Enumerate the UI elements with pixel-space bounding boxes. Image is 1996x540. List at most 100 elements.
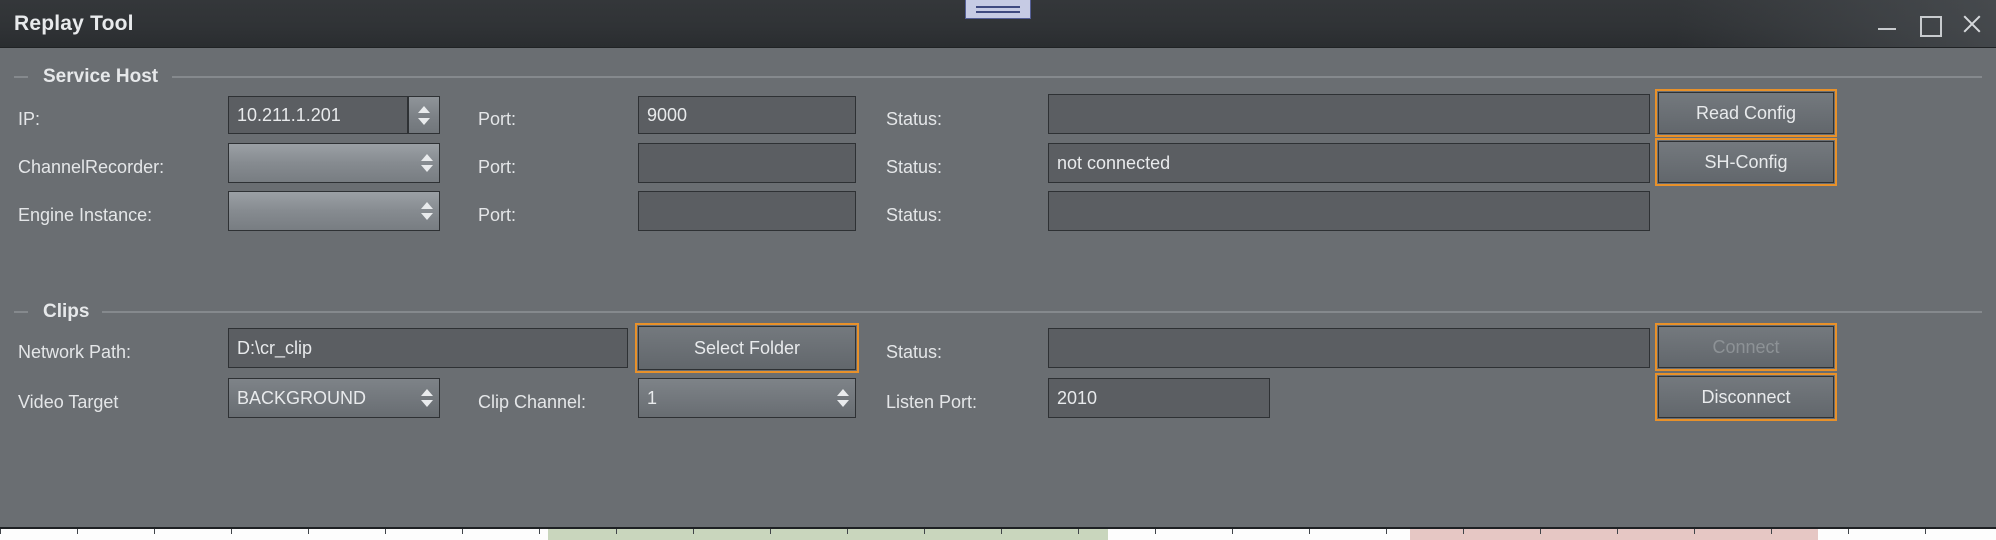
ruler-tick — [1848, 529, 1849, 534]
ruler-tick — [385, 529, 386, 534]
maximize-icon[interactable] — [1916, 11, 1942, 37]
group-line-right — [172, 76, 1982, 78]
ip-status-label: Status: — [886, 110, 942, 128]
engine-instance-label: Engine Instance: — [18, 206, 152, 224]
ruler-tick — [847, 529, 848, 534]
chevron-down-icon — [421, 400, 433, 407]
ip-combo[interactable]: 10.211.1.201 — [228, 96, 408, 134]
ip-port-label: Port: — [478, 110, 516, 128]
replay-tool-window: Replay Tool Service Host IP: 10.211.1.20… — [0, 0, 1996, 540]
engine-instance-status-output — [1048, 191, 1650, 231]
service-host-group-title: Service Host — [34, 66, 167, 88]
ruler-tick — [1617, 529, 1618, 534]
chevron-up-icon — [421, 202, 433, 209]
ruler-tick — [77, 529, 78, 534]
clips-status-output — [1048, 328, 1650, 368]
chevron-up-icon — [421, 154, 433, 161]
engine-instance-spinner[interactable] — [415, 192, 439, 230]
service-host-group-frame — [14, 66, 1982, 78]
ip-combo-value: 10.211.1.201 — [229, 105, 407, 126]
engine-instance-status-label: Status: — [886, 206, 942, 224]
channelrecorder-port-input[interactable] — [638, 143, 856, 183]
ip-status-output — [1048, 94, 1650, 134]
ruler-tick — [1309, 529, 1310, 534]
minimize-icon[interactable] — [1874, 11, 1900, 37]
network-path-input[interactable]: D:\cr_clip — [228, 328, 628, 368]
panel-body: Service Host IP: 10.211.1.201 Port: 9000… — [0, 48, 1996, 526]
ruler-tick — [539, 529, 540, 534]
clips-status-label: Status: — [886, 343, 942, 361]
ruler-segment-2 — [1108, 529, 1410, 540]
ruler-tick — [924, 529, 925, 534]
connect-button[interactable]: Connect — [1658, 326, 1834, 368]
grip-line-2 — [976, 11, 1020, 13]
ruler-tick — [1771, 529, 1772, 534]
close-icon[interactable] — [1958, 11, 1984, 37]
clips-group-title: Clips — [34, 301, 98, 323]
clip-channel-label: Clip Channel: — [478, 393, 586, 411]
timeline-ruler-strip[interactable] — [0, 527, 1996, 540]
ruler-segment-3 — [1410, 529, 1818, 540]
ruler-tick — [770, 529, 771, 534]
group-line-left — [14, 76, 28, 78]
engine-instance-port-input[interactable] — [638, 191, 856, 231]
video-target-label: Video Target — [18, 393, 118, 411]
clip-channel-dropdown[interactable]: 1 — [638, 378, 856, 418]
ruler-tick — [616, 529, 617, 534]
listen-port-input[interactable]: 2010 — [1048, 378, 1270, 418]
channelrecorder-label: ChannelRecorder: — [18, 158, 164, 176]
ruler-tick — [1078, 529, 1079, 534]
chevron-down-icon — [421, 165, 433, 172]
ruler-segment-0 — [0, 529, 548, 540]
disconnect-button[interactable]: Disconnect — [1658, 376, 1834, 418]
clip-channel-value: 1 — [639, 388, 831, 409]
ip-port-input[interactable]: 9000 — [638, 96, 856, 134]
ruler-tick — [308, 529, 309, 534]
ruler-tick — [1155, 529, 1156, 534]
group-line-left — [14, 311, 28, 313]
channelrecorder-spinner[interactable] — [415, 144, 439, 182]
channelrecorder-status-label: Status: — [886, 158, 942, 176]
ruler-tick — [1232, 529, 1233, 534]
clips-group-frame — [14, 301, 1982, 313]
panel-drag-grip-handle[interactable] — [965, 0, 1031, 19]
ruler-tick — [1001, 529, 1002, 534]
video-target-spinner[interactable] — [415, 379, 439, 417]
ruler-tick — [1925, 529, 1926, 534]
ruler-tick — [0, 529, 1, 534]
channelrecorder-port-label: Port: — [478, 158, 516, 176]
engine-instance-dropdown[interactable] — [228, 191, 440, 231]
ruler-tick — [231, 529, 232, 534]
ruler-tick — [1694, 529, 1695, 534]
chevron-down-icon — [418, 118, 430, 125]
window-controls — [1874, 0, 1984, 47]
chevron-up-icon — [837, 389, 849, 396]
sh-config-button[interactable]: SH-Config — [1658, 141, 1834, 183]
ip-label: IP: — [18, 110, 40, 128]
ruler-tick — [462, 529, 463, 534]
ip-spinner[interactable] — [408, 96, 440, 134]
clip-channel-spinner[interactable] — [831, 379, 855, 417]
channelrecorder-dropdown[interactable] — [228, 143, 440, 183]
ruler-segment-1 — [548, 529, 1108, 540]
window-title: Replay Tool — [14, 0, 134, 47]
ruler-tick — [1540, 529, 1541, 534]
network-path-label: Network Path: — [18, 343, 131, 361]
video-target-dropdown[interactable]: BACKGROUND — [228, 378, 440, 418]
video-target-value: BACKGROUND — [229, 388, 415, 409]
channelrecorder-status-output: not connected — [1048, 143, 1650, 183]
ruler-tick — [1463, 529, 1464, 534]
select-folder-button[interactable]: Select Folder — [638, 326, 856, 370]
listen-port-label: Listen Port: — [886, 393, 977, 411]
grip-line-1 — [976, 6, 1020, 8]
chevron-down-icon — [837, 400, 849, 407]
ruler-tick — [693, 529, 694, 534]
ruler-segment-4 — [1818, 529, 1996, 540]
chevron-down-icon — [421, 213, 433, 220]
read-config-button[interactable]: Read Config — [1658, 92, 1834, 134]
ruler-tick — [1386, 529, 1387, 534]
group-line-right — [102, 311, 1982, 313]
chevron-up-icon — [421, 389, 433, 396]
ruler-tick — [154, 529, 155, 534]
engine-instance-port-label: Port: — [478, 206, 516, 224]
